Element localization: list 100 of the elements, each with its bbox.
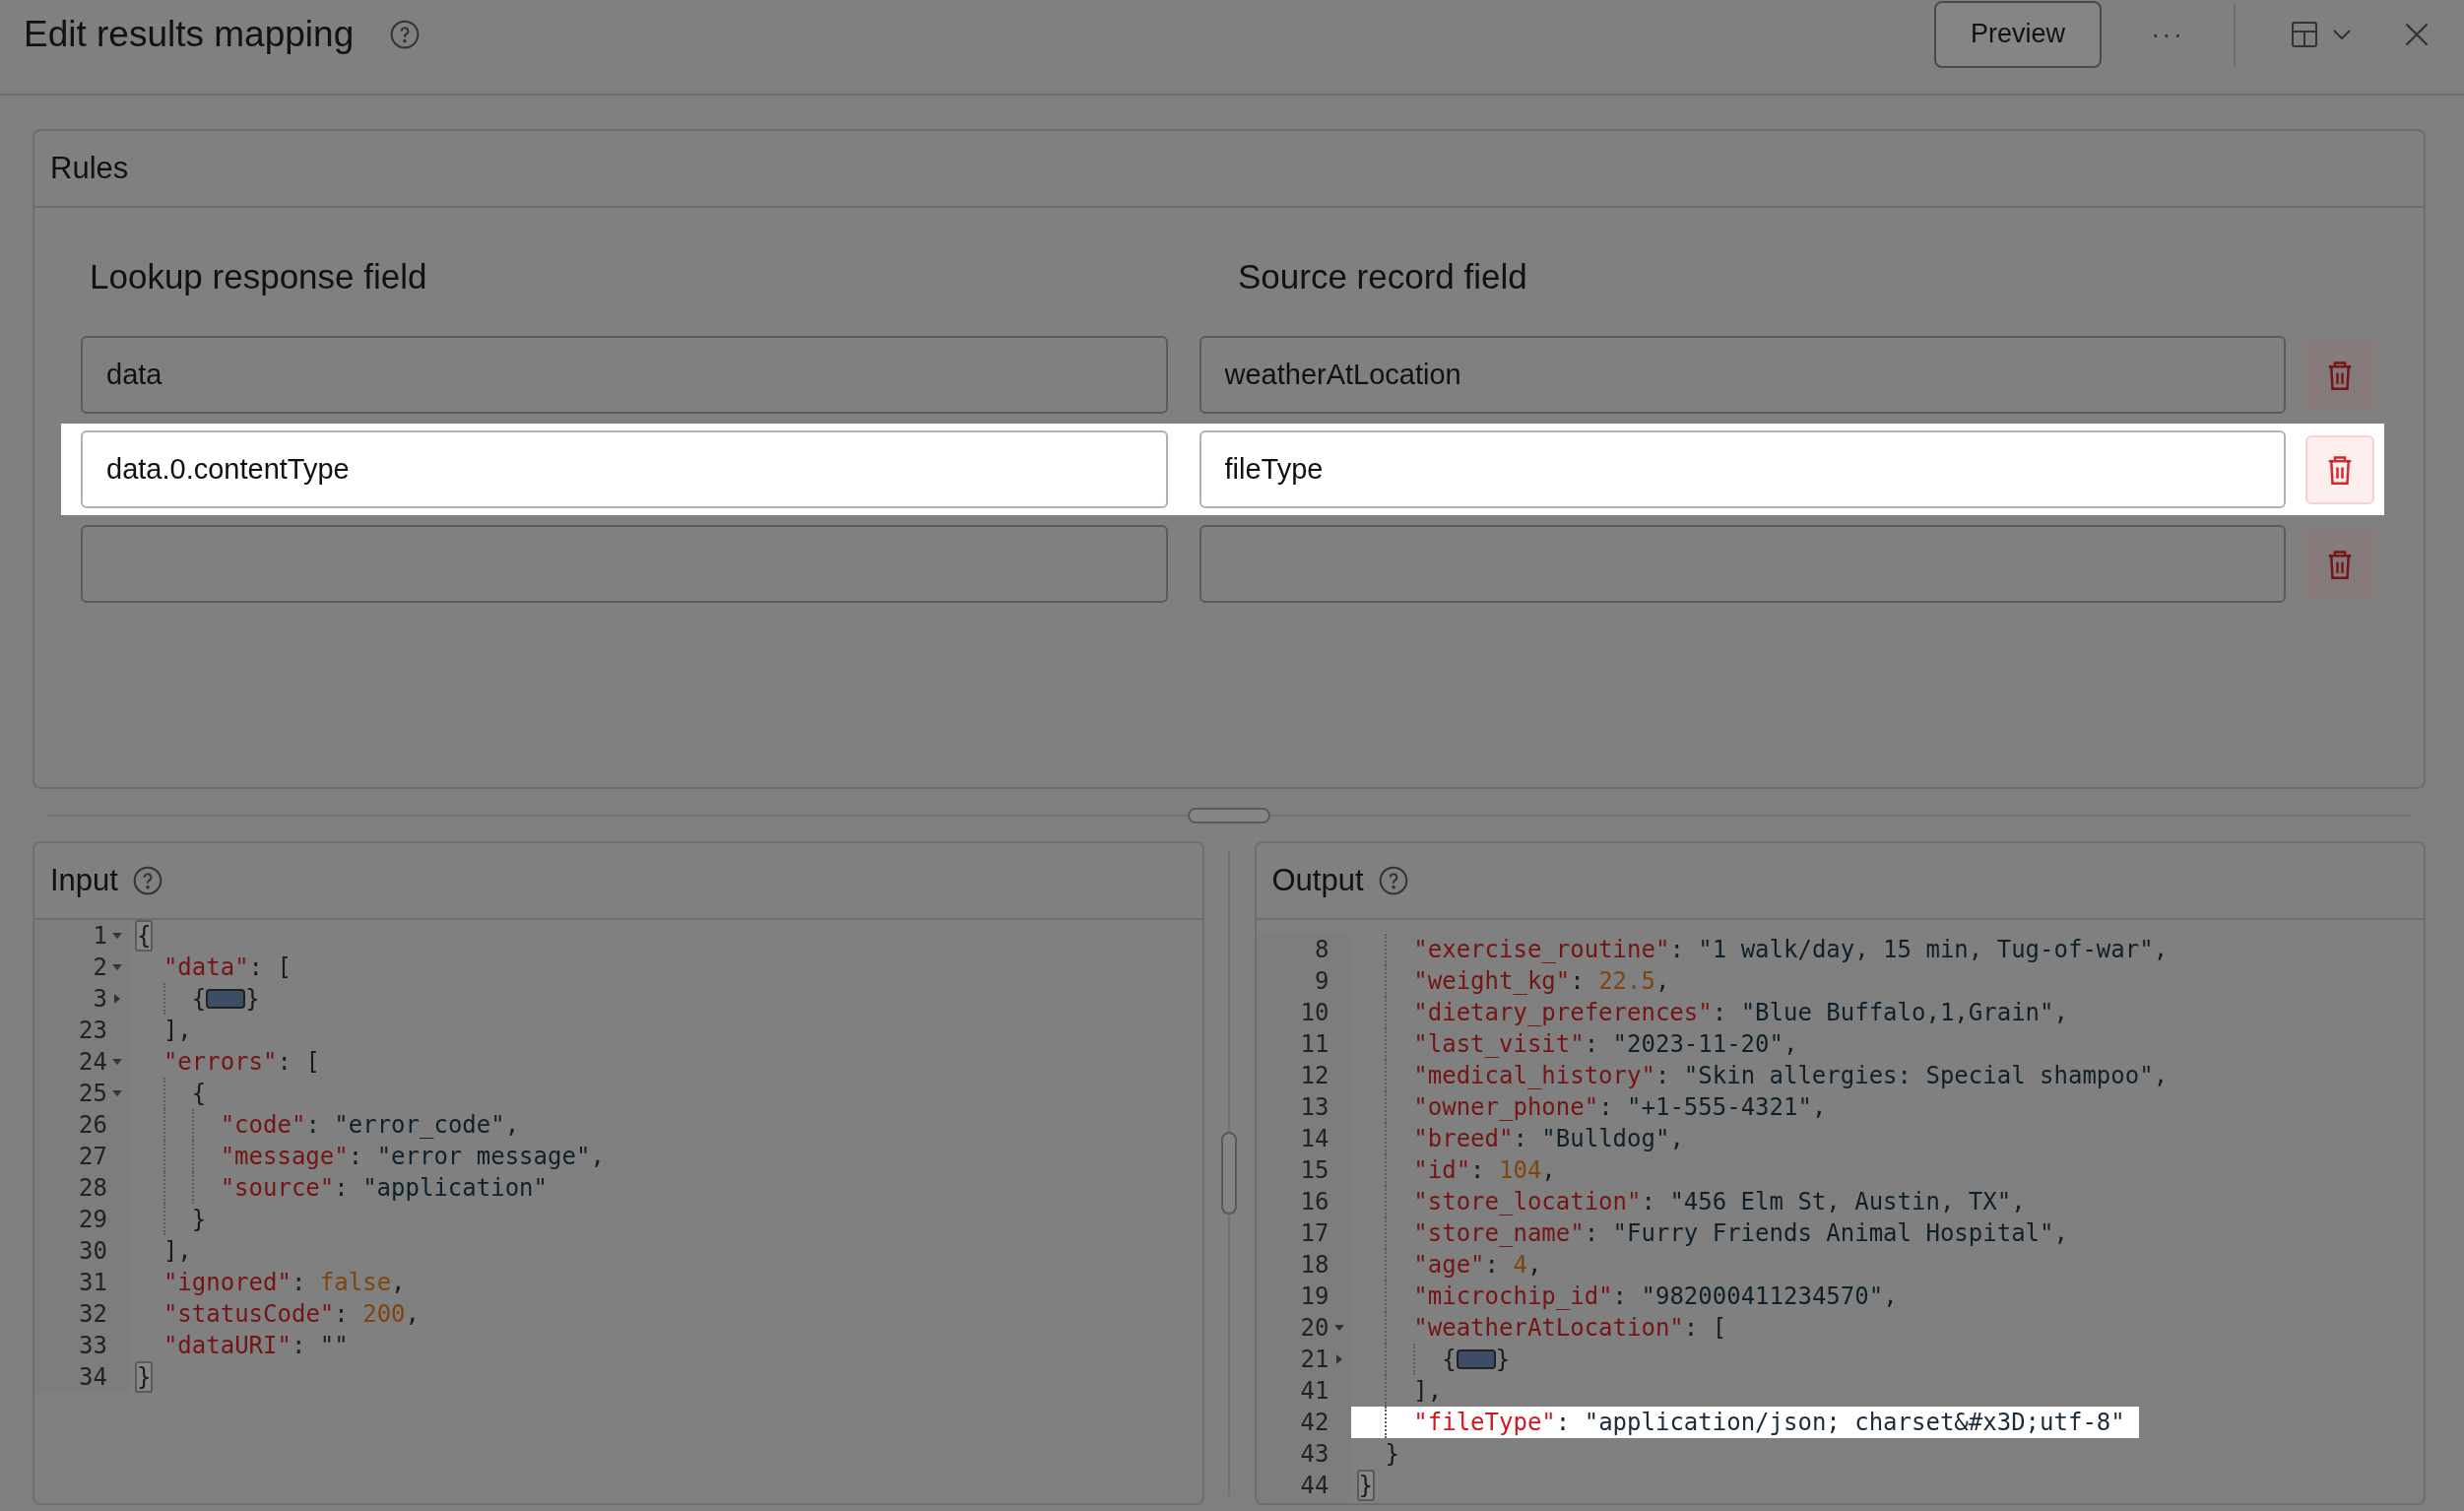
delete-button[interactable] — [2305, 340, 2374, 410]
json-punctuation: : — [1612, 1282, 1629, 1310]
json-punctuation: , — [2153, 1062, 2169, 1089]
json-punctuation: { — [191, 1080, 207, 1107]
collapse-caret-icon[interactable] — [111, 1089, 123, 1097]
json-punctuation: ], — [162, 1017, 192, 1044]
expand-caret-icon[interactable] — [113, 993, 121, 1005]
resize-handle[interactable] — [1188, 807, 1270, 823]
lookup-field[interactable]: data — [81, 336, 1168, 414]
json-punctuation: : — [291, 1332, 307, 1359]
line-number: 33 — [79, 1332, 107, 1359]
json-value: false — [319, 1269, 392, 1296]
more-button[interactable]: ··· — [2145, 17, 2190, 51]
line-number: 44 — [1300, 1472, 1329, 1499]
json-key: "exercise_routine" — [1413, 936, 1670, 963]
line-number: 32 — [79, 1300, 107, 1328]
line-number: 3 — [93, 985, 107, 1013]
json-punctuation: } — [1495, 1346, 1511, 1373]
json-string: "error_code" — [334, 1111, 505, 1139]
json-value: 104 — [1499, 1156, 1542, 1184]
json-string: "" — [319, 1332, 349, 1359]
json-key: "fileType" — [1413, 1409, 1556, 1436]
json-punctuation: } — [191, 1206, 207, 1233]
collapsed-object-icon[interactable] — [1456, 1349, 1496, 1369]
json-punctuation: , — [1783, 1030, 1798, 1058]
json-punctuation: : [ — [1683, 1314, 1727, 1342]
help-icon[interactable] — [1377, 865, 1409, 896]
collapse-caret-icon[interactable] — [1332, 1324, 1345, 1332]
json-string: "1 walk/day, 15 min, Tug-of-war" — [1698, 936, 2154, 963]
json-punctuation: , — [1811, 1093, 1827, 1121]
line-number: 23 — [79, 1017, 107, 1044]
json-punctuation: { — [191, 985, 207, 1013]
json-punctuation: , — [2053, 1219, 2068, 1247]
json-key: "microchip_id" — [1413, 1282, 1613, 1310]
json-punctuation: : — [1470, 1156, 1486, 1184]
json-string: "application" — [362, 1174, 548, 1202]
json-key: "breed" — [1413, 1125, 1514, 1152]
json-string: "Blue Buffalo,1,Grain" — [1740, 999, 2054, 1026]
line-number: 2 — [93, 953, 107, 981]
collapsed-object-icon[interactable] — [206, 989, 246, 1009]
matched-bracket: } — [1356, 1470, 1375, 1501]
resize-handle[interactable] — [1221, 1132, 1237, 1215]
line-number: 24 — [79, 1048, 107, 1076]
json-key: "statusCode" — [162, 1300, 335, 1328]
json-punctuation: , — [504, 1111, 520, 1139]
json-punctuation: : — [1513, 1125, 1528, 1152]
help-icon[interactable] — [131, 865, 163, 896]
json-key: "weatherAtLocation" — [1413, 1314, 1684, 1342]
json-punctuation: : [ — [277, 1048, 320, 1076]
collapse-caret-icon[interactable] — [111, 963, 123, 971]
json-key: "dataURI" — [162, 1332, 292, 1359]
card-title: Rules — [50, 151, 129, 186]
line-number: 30 — [79, 1237, 107, 1265]
source-field[interactable]: fileType — [1199, 430, 2287, 508]
expand-caret-icon[interactable] — [1334, 1353, 1343, 1365]
json-punctuation: : — [348, 1143, 364, 1170]
json-punctuation: : — [1570, 967, 1586, 995]
collapse-caret-icon[interactable] — [111, 1058, 123, 1066]
help-icon[interactable] — [389, 18, 421, 50]
json-key: "ignored" — [162, 1269, 292, 1296]
json-punctuation: : — [334, 1300, 350, 1328]
lookup-field[interactable] — [81, 525, 1168, 603]
source-field[interactable]: weatherAtLocation — [1199, 336, 2287, 414]
collapse-caret-icon[interactable] — [111, 932, 123, 940]
line-number: 42 — [1300, 1409, 1329, 1436]
json-key: "owner_phone" — [1413, 1093, 1599, 1121]
json-punctuation: : — [1669, 936, 1685, 963]
json-punctuation: } — [245, 985, 260, 1013]
json-value: 200 — [362, 1300, 406, 1328]
line-number: 41 — [1300, 1377, 1329, 1405]
line-number: 10 — [1300, 999, 1329, 1026]
json-string: "Furry Friends Animal Hospital" — [1612, 1219, 2054, 1247]
line-number: 16 — [1300, 1188, 1329, 1215]
json-punctuation: , — [405, 1300, 420, 1328]
preview-button[interactable]: Preview — [1934, 0, 2102, 68]
line-number: 21 — [1300, 1346, 1329, 1373]
json-key: "medical_history" — [1413, 1062, 1655, 1089]
column-label: Source record field — [1238, 257, 1528, 296]
delete-button[interactable] — [2305, 529, 2374, 599]
line-number: 1 — [93, 922, 107, 950]
json-punctuation: { — [1442, 1346, 1457, 1373]
json-punctuation: : — [1584, 1030, 1600, 1058]
json-punctuation: ], — [162, 1237, 192, 1265]
line-number: 17 — [1300, 1219, 1329, 1247]
json-value: 22.5 — [1598, 967, 1655, 995]
panel-title: Input — [50, 863, 118, 898]
json-punctuation: , — [1526, 1251, 1542, 1279]
source-field[interactable] — [1199, 525, 2287, 603]
json-punctuation: } — [1385, 1440, 1399, 1468]
json-punctuation: : — [1484, 1251, 1500, 1279]
json-key: "source" — [220, 1174, 335, 1202]
line-number: 14 — [1300, 1125, 1329, 1152]
lookup-field[interactable]: data.0.contentType — [81, 430, 1168, 508]
line-number: 29 — [79, 1206, 107, 1233]
line-number: 27 — [79, 1143, 107, 1170]
json-key: "store_name" — [1413, 1219, 1585, 1247]
matched-bracket: } — [135, 1361, 154, 1393]
json-punctuation: , — [1654, 967, 1670, 995]
chevron-down-icon — [2332, 28, 2352, 40]
line-number: 26 — [79, 1111, 107, 1139]
